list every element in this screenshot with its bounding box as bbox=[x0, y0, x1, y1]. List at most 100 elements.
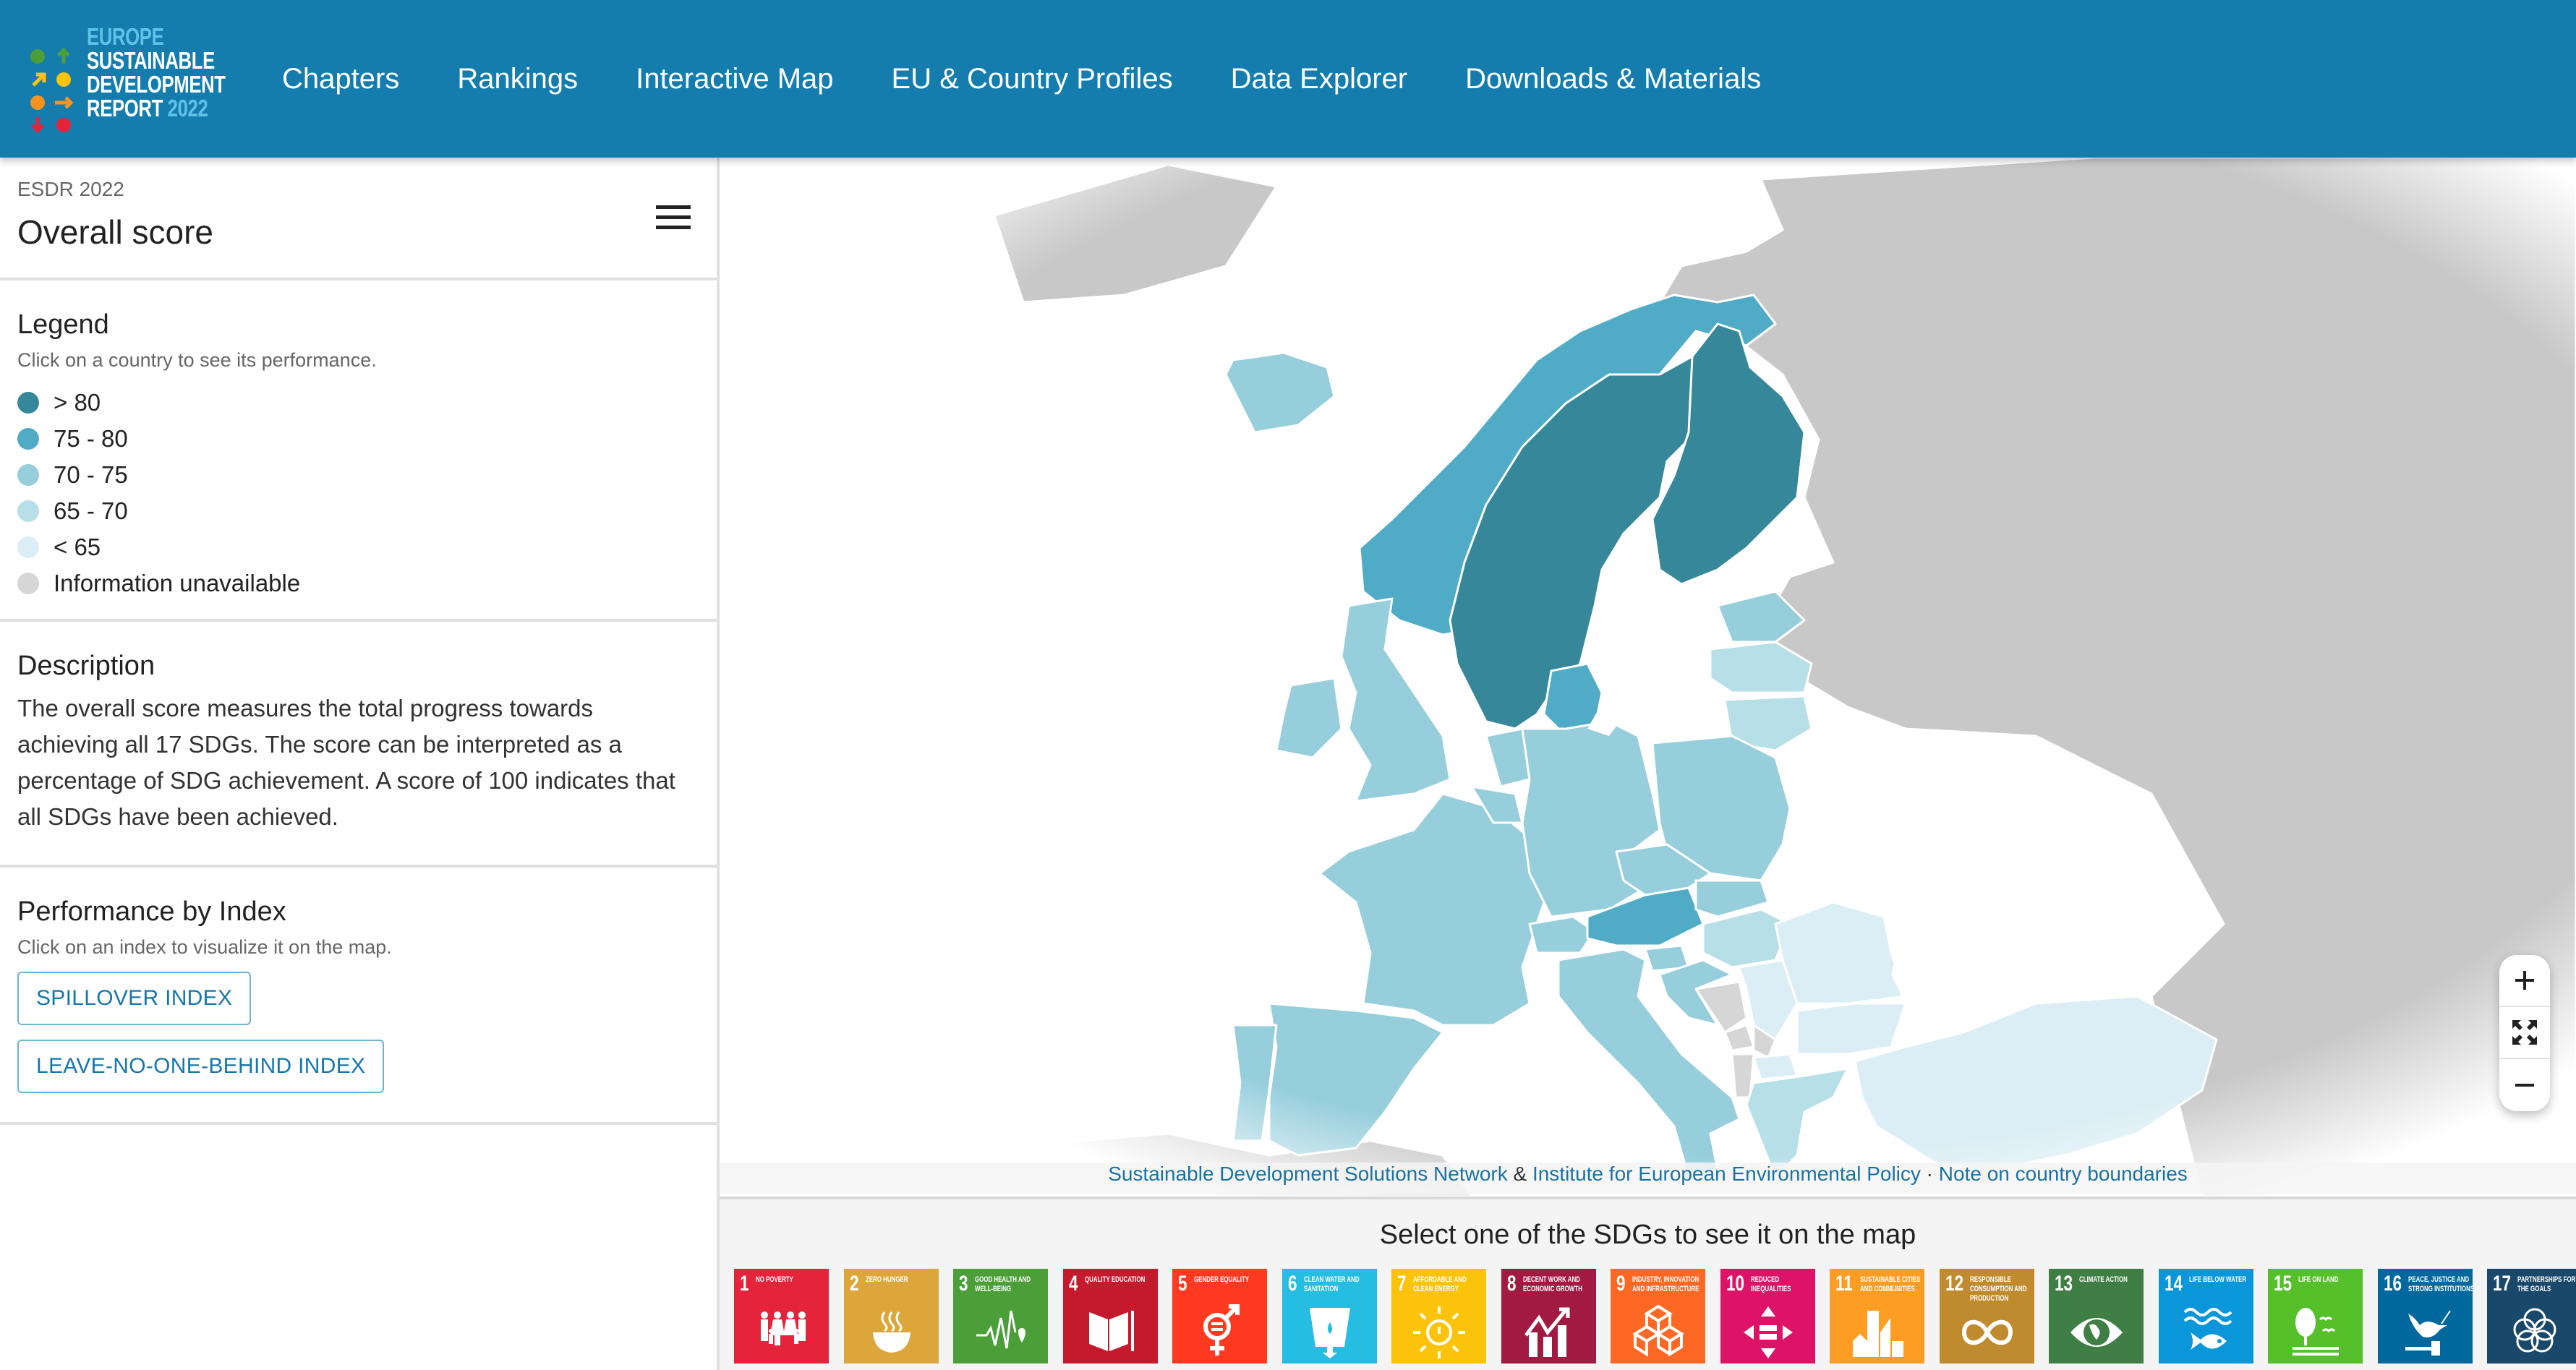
sdg-number: 15 bbox=[2274, 1272, 2293, 1296]
map-zoom-controls bbox=[2499, 955, 2550, 1111]
legend-title: Legend bbox=[17, 309, 109, 340]
sdg-tile-6[interactable]: 6 Clean Water and Sanitation bbox=[1281, 1269, 1377, 1363]
europe-choropleth-map[interactable] bbox=[720, 158, 2576, 1196]
zoom-in-button[interactable] bbox=[2499, 955, 2550, 1007]
sdg-tile-11[interactable]: 11 Sustainable Cities and Communities bbox=[1830, 1269, 1924, 1363]
sdg-tile-15[interactable]: 15 Life on Land bbox=[2268, 1269, 2363, 1363]
sdg-tile-8[interactable]: 8 Decent Work and Economic Growth bbox=[1501, 1269, 1596, 1363]
legend-swatch bbox=[17, 536, 39, 558]
sdg-number: 13 bbox=[2055, 1272, 2073, 1296]
legend-swatch bbox=[17, 392, 39, 414]
map-attribution: Sustainable Development Solutions Networ… bbox=[720, 1163, 2576, 1194]
sdg-tile-12[interactable]: 12 Responsible Consumption and Production bbox=[1939, 1269, 2034, 1363]
map-fade-overlay bbox=[720, 158, 2576, 1196]
hamburger-menu-icon[interactable] bbox=[656, 205, 691, 230]
sdg-tile-16[interactable]: 16 Peace, Justice and Strong Institutions bbox=[2377, 1269, 2473, 1363]
ieep-link[interactable]: Institute for European Environmental Pol… bbox=[1532, 1163, 1921, 1185]
sdg-tile-14[interactable]: 14 Life Below Water bbox=[2158, 1269, 2253, 1363]
nav-data-explorer[interactable]: Data Explorer bbox=[1231, 63, 1408, 95]
legend-item: < 65 bbox=[17, 529, 699, 565]
legend-item: 75 - 80 bbox=[17, 421, 699, 457]
legend-swatch bbox=[17, 573, 39, 594]
sdg-number: 1 bbox=[740, 1272, 749, 1296]
sdg-number: 14 bbox=[2164, 1272, 2183, 1296]
sdg-name: Reduced Inequalities bbox=[1750, 1275, 1791, 1293]
logo-wordmark: EUROPE SUSTAINABLE DEVELOPMENT REPORT 20… bbox=[87, 23, 226, 121]
sdg-name: Affordable and Clean Energy bbox=[1413, 1275, 1467, 1293]
legend-label: < 65 bbox=[54, 534, 101, 560]
legend-label: > 80 bbox=[54, 389, 101, 416]
zoom-in-icon bbox=[2515, 971, 2534, 990]
sun-power-icon bbox=[1413, 1306, 1465, 1358]
gender-equality-icon bbox=[1203, 1304, 1240, 1356]
nav-downloads-materials[interactable]: Downloads & Materials bbox=[1465, 63, 1761, 95]
legend-label: 75 - 80 bbox=[54, 425, 128, 452]
sdg-number: 7 bbox=[1397, 1272, 1407, 1296]
spillover-index-button[interactable]: SPILLOVER INDEX bbox=[17, 972, 252, 1025]
sdg-tile-5[interactable]: 5 Gender Equality bbox=[1172, 1269, 1267, 1363]
rings-icon bbox=[2513, 1308, 2556, 1353]
sdg-tile-3[interactable]: 3 Good Health and Well-Being bbox=[953, 1269, 1048, 1363]
tree-icon bbox=[2293, 1308, 2339, 1356]
legend-swatch bbox=[17, 428, 39, 450]
sdg-tile-4[interactable]: 4 Quality Education bbox=[1062, 1269, 1158, 1363]
nav-rankings[interactable]: Rankings bbox=[457, 63, 578, 95]
sdg-name: Decent Work and Economic Growth bbox=[1522, 1275, 1582, 1293]
legend-label: 65 - 70 bbox=[54, 497, 128, 524]
sdg-name: Gender Equality bbox=[1194, 1275, 1250, 1284]
esdr-logo[interactable]: EUROPE SUSTAINABLE DEVELOPMENT REPORT 20… bbox=[29, 25, 231, 133]
sdg-number: 2 bbox=[849, 1272, 859, 1296]
sdsn-link[interactable]: Sustainable Development Solutions Networ… bbox=[1108, 1163, 1508, 1185]
nav-interactive-map[interactable]: Interactive Map bbox=[636, 63, 833, 95]
sdg-tile-17[interactable]: 17 Partnerships for the Goals bbox=[2487, 1269, 2576, 1363]
legend-swatch bbox=[17, 464, 39, 486]
description-title: Description bbox=[17, 651, 155, 681]
bowl-icon bbox=[872, 1311, 910, 1353]
sdg-number: 4 bbox=[1068, 1272, 1078, 1296]
eye-globe-icon bbox=[2070, 1318, 2123, 1347]
sdg-name: Quality Education bbox=[1084, 1275, 1145, 1284]
description-text: The overall score measures the total pro… bbox=[17, 695, 675, 830]
sdg-name: Partnerships for the Goals bbox=[2517, 1275, 2576, 1293]
sdg-tile-13[interactable]: 13 Climate Action bbox=[2049, 1269, 2144, 1363]
sdg-tile-10[interactable]: 10 Reduced Inequalities bbox=[1720, 1269, 1815, 1363]
legend-item: 65 - 70 bbox=[17, 493, 699, 529]
sdg-name: Responsible Consumption and Production bbox=[1969, 1275, 2026, 1303]
sdg-number: 16 bbox=[2383, 1272, 2402, 1296]
sdg-tile-2[interactable]: 2 Zero Hunger bbox=[843, 1269, 939, 1363]
leave-no-one-behind-index-button[interactable]: LEAVE-NO-ONE-BEHIND INDEX bbox=[17, 1040, 385, 1093]
fullscreen-expand-icon bbox=[2512, 1020, 2537, 1045]
performance-subtitle: Click on an index to visualize it on the… bbox=[17, 936, 392, 958]
legend-item: > 80 bbox=[17, 385, 699, 421]
sdg-tile-1[interactable]: 1 No Poverty bbox=[734, 1269, 829, 1363]
city-buildings-icon bbox=[1853, 1311, 1903, 1357]
nav-eu-country-profiles[interactable]: EU & Country Profiles bbox=[892, 63, 1173, 95]
sdg-name: Industry, Innovation and Infrastructure bbox=[1632, 1275, 1699, 1293]
sdg-tile-7[interactable]: 7 Affordable and Clean Energy bbox=[1391, 1269, 1486, 1363]
description-section: Description The overall score measures t… bbox=[0, 622, 717, 868]
sidebar-header: ESDR 2022 Overall score bbox=[0, 158, 717, 281]
sdg-name: Sustainable Cities and Communities bbox=[1860, 1275, 1921, 1293]
family-icon bbox=[761, 1311, 806, 1345]
map-canvas[interactable]: Sustainable Development Solutions Networ… bbox=[720, 158, 2576, 1196]
sdg-name: No Poverty bbox=[756, 1275, 793, 1284]
water-glass-icon bbox=[1309, 1308, 1350, 1358]
sdg-tile-9[interactable]: 9 Industry, Innovation and Infrastructure bbox=[1611, 1269, 1705, 1363]
fit-map-button[interactable] bbox=[2499, 1007, 2550, 1059]
cubes-icon bbox=[1632, 1304, 1684, 1357]
book-icon bbox=[1088, 1311, 1134, 1351]
sdg-number: 9 bbox=[1616, 1272, 1626, 1296]
main-nav: Chapters Rankings Interactive Map EU & C… bbox=[282, 0, 1819, 158]
legend-label: Information unavailable bbox=[54, 570, 301, 596]
sdg-name: Peace, Justice and Strong Institutions bbox=[2407, 1275, 2473, 1293]
fish-icon bbox=[2183, 1308, 2232, 1350]
country-boundaries-note-link[interactable]: Note on country boundaries bbox=[1939, 1163, 2188, 1185]
sidebar: ESDR 2022 Overall score Legend Click on … bbox=[0, 158, 720, 1370]
zoom-out-button[interactable] bbox=[2499, 1059, 2550, 1111]
nav-chapters[interactable]: Chapters bbox=[282, 63, 399, 95]
dove-gavel-icon bbox=[2405, 1310, 2451, 1356]
sdg-number: 17 bbox=[2493, 1272, 2512, 1296]
legend-item: Information unavailable bbox=[17, 565, 699, 601]
sdg-number: 8 bbox=[1506, 1272, 1517, 1296]
sdg-number: 12 bbox=[1945, 1272, 1963, 1296]
